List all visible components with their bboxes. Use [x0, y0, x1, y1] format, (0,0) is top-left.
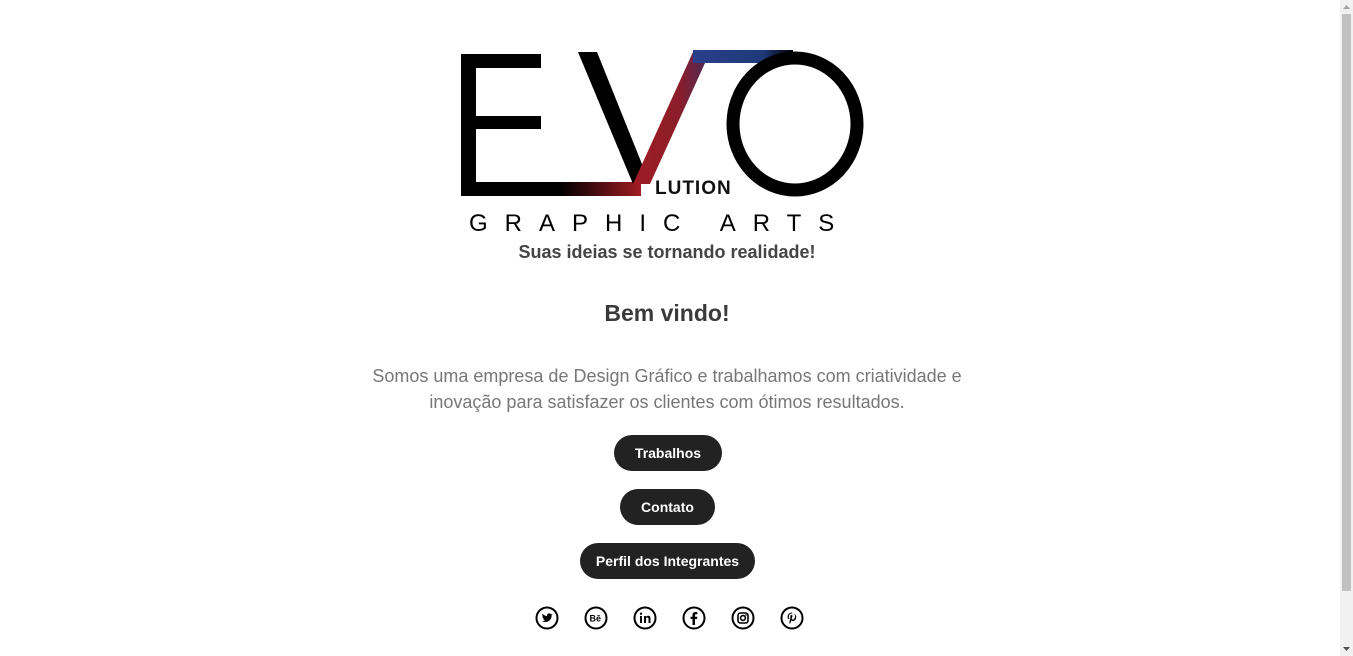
tagline: Suas ideias se tornando realidade!: [518, 242, 816, 262]
logo-subtitle: GRAPHIC ARTS: [469, 210, 851, 237]
logo-suffix: LUTION: [655, 178, 732, 199]
scroll-up-arrow-icon[interactable]: [1340, 0, 1353, 14]
scroll-down-arrow-icon[interactable]: [1340, 642, 1353, 656]
pinterest-icon[interactable]: [780, 606, 804, 630]
vertical-scrollbar[interactable]: [1340, 0, 1353, 656]
twitter-icon[interactable]: [535, 606, 559, 630]
linkedin-icon[interactable]: [633, 606, 657, 630]
trabalhos-button[interactable]: Trabalhos: [614, 435, 722, 471]
instagram-icon[interactable]: [731, 606, 755, 630]
scrollbar-thumb[interactable]: [1342, 14, 1351, 591]
behance-icon[interactable]: Bē: [584, 606, 608, 630]
evolution-logo[interactable]: LUTION GRAPHIC ARTS: [455, 44, 875, 239]
svg-text:Bē: Bē: [590, 614, 602, 624]
contato-button[interactable]: Contato: [620, 489, 715, 525]
intro-paragraph: Somos uma empresa de Design Gráfico e tr…: [372, 366, 962, 412]
perfil-integrantes-button[interactable]: Perfil dos Integrantes: [580, 543, 755, 579]
facebook-icon[interactable]: [682, 606, 706, 630]
logo-graphic: LUTION GRAPHIC ARTS: [461, 50, 864, 237]
page: LUTION GRAPHIC ARTS Suas ideias se torna…: [0, 0, 1340, 656]
social-links: Bē: [535, 606, 804, 630]
welcome-heading: Bem vindo!: [604, 300, 730, 326]
